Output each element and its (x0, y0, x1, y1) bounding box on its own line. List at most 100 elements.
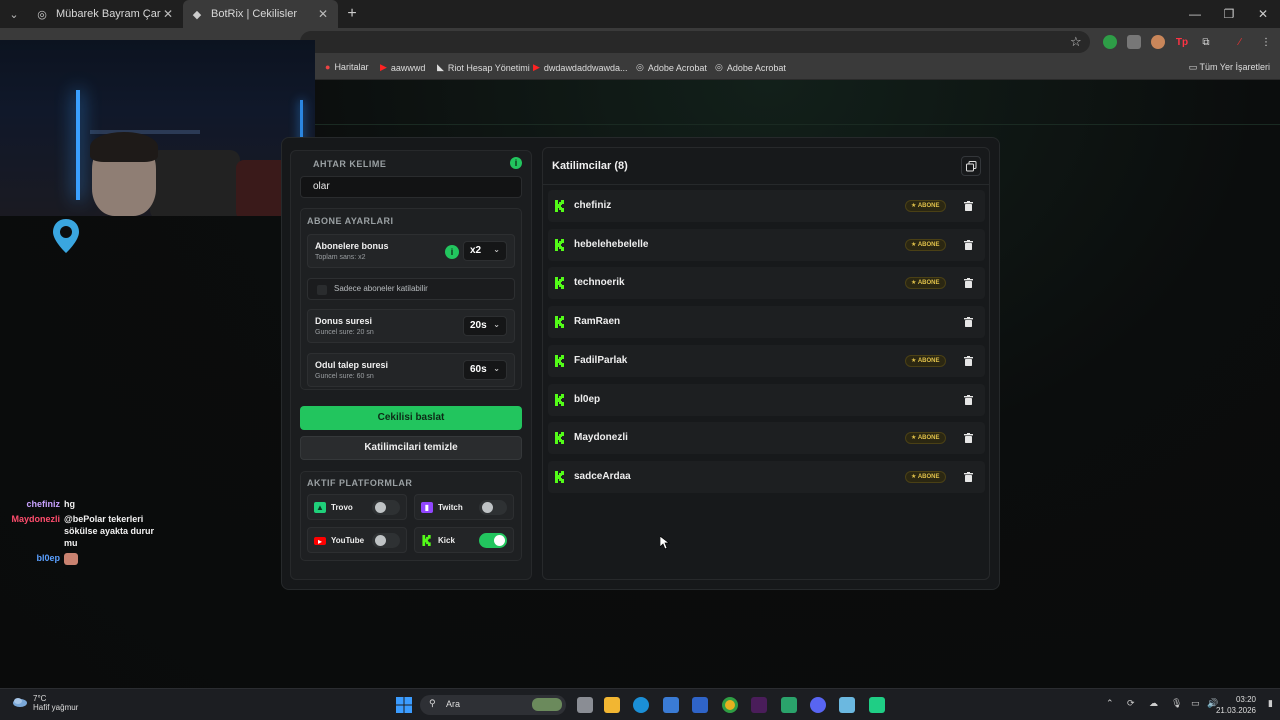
clear-participants-button[interactable]: Katilimcilari temizle (300, 436, 522, 460)
file-explorer-icon[interactable] (604, 697, 620, 713)
folder-icon: ▭ (1188, 62, 1200, 72)
chrome-icon[interactable] (722, 697, 738, 713)
kick-toggle[interactable] (479, 533, 507, 548)
tab-botrix-cekilisler[interactable]: ◆ BotRix | Cekilisler ✕ (183, 0, 338, 28)
copy-participants-button[interactable] (961, 156, 981, 176)
maximize-icon[interactable]: ❐ (1212, 0, 1246, 28)
bookmark-haritalar[interactable]: ● Haritalar (325, 62, 368, 72)
remove-participant-button[interactable] (959, 468, 977, 486)
windows-start-icon[interactable] (396, 697, 412, 713)
platform-youtube: ▸ YouTube (307, 527, 407, 553)
twitch-toggle[interactable] (479, 500, 507, 515)
toggle-knob (375, 535, 386, 546)
system-clock[interactable]: 03:20 21.03.2026 (1216, 694, 1256, 716)
bookmark-star-icon[interactable]: ☆ (1070, 34, 1082, 50)
bookmark-riot[interactable]: ◣ Riot Hesap Yönetimi (437, 62, 530, 73)
microphone-icon[interactable]: 🎙 (1171, 698, 1182, 709)
address-input[interactable] (300, 31, 1090, 53)
info-icon[interactable]: i (510, 157, 522, 169)
participant-name: sadceArdaa (574, 470, 631, 482)
network-icon[interactable]: ▭ (1191, 698, 1200, 709)
bookmark-aawwwd[interactable]: ▶ aawwwd (380, 62, 425, 73)
trash-icon (963, 239, 973, 250)
app-icon[interactable] (839, 697, 855, 713)
store-icon[interactable] (663, 697, 679, 713)
menu-kebab-icon[interactable]: ⋮ (1259, 35, 1273, 49)
info-icon[interactable]: i (445, 245, 459, 259)
profile-icon[interactable]: ∕ (1233, 35, 1247, 49)
minimize-icon[interactable]: — (1178, 0, 1212, 28)
puzzle-extension-icon[interactable]: ⧉ (1199, 35, 1213, 49)
keyword-input[interactable]: olar (300, 176, 522, 198)
search-highlight-icon (532, 698, 562, 711)
remove-participant-button[interactable] (959, 274, 977, 292)
close-tab-icon[interactable]: ✕ (161, 7, 175, 21)
claim-duration-select[interactable]: 60s ⌄ (463, 360, 507, 380)
new-tab-icon[interactable]: + (338, 5, 366, 23)
remove-participant-button[interactable] (959, 429, 977, 447)
all-bookmarks[interactable]: ▭ Tüm Yer İşaretleri (1189, 62, 1270, 73)
tray-chevron-icon[interactable]: ⌃ (1106, 698, 1114, 709)
subscriber-bonus-select[interactable]: x2 ⌄ (463, 241, 507, 261)
task-view-icon[interactable] (577, 697, 593, 713)
tray-app-icon[interactable]: ⟳ (1127, 698, 1135, 709)
notifications-icon[interactable]: ▮ (1268, 698, 1273, 709)
tab-bayram-carki[interactable]: ◎ Mübarek Bayram Çarkı v4 ✕ (28, 0, 183, 28)
tab-label: Mübarek Bayram Çarkı v4 (56, 8, 161, 20)
taskbar-search[interactable]: ⚲ Ara (420, 695, 566, 715)
app-icon[interactable] (869, 697, 885, 713)
webcam-person-hair (90, 132, 158, 162)
participant-row: technoerik ★ ABONE (548, 267, 985, 300)
trovo-toggle[interactable] (372, 500, 400, 515)
chat-username: chefiniz (26, 499, 60, 509)
start-giveaway-button[interactable]: Cekilisi baslat (300, 406, 522, 430)
spin-duration-select[interactable]: 20s ⌄ (463, 316, 507, 336)
discord-icon[interactable] (810, 697, 826, 713)
remove-participant-button[interactable] (959, 313, 977, 331)
only-subscribers-checkbox[interactable] (317, 285, 327, 295)
chat-message: hg (64, 499, 75, 509)
chat-line: Maydonezli @bePolar tekerleri sökülse ay… (0, 513, 170, 549)
onedrive-icon[interactable]: ☁ (1149, 698, 1158, 709)
remove-participant-button[interactable] (959, 197, 977, 215)
bookmark-adobe-1[interactable]: ◎ Adobe Acrobat (636, 62, 707, 73)
media-icon[interactable] (751, 697, 767, 713)
remove-participant-button[interactable] (959, 391, 977, 409)
subscriber-badge: ★ ABONE (905, 200, 946, 212)
weather-widget[interactable]: 7°C Hafif yağmur (12, 694, 78, 712)
youtube-icon: ▸ (314, 537, 326, 546)
platform-label: Twitch (438, 503, 463, 512)
trovo-icon: ▲ (314, 502, 326, 513)
map-pin-icon: ● (325, 62, 331, 72)
webcam-overlay (0, 40, 315, 216)
platform-label: Trovo (331, 503, 353, 512)
trash-icon (963, 201, 973, 211)
outlook-icon[interactable] (692, 697, 708, 713)
avatar-extension-icon[interactable] (1151, 35, 1165, 49)
tp-extension-icon[interactable]: Tp (1175, 35, 1189, 49)
platform-kick: Kick (414, 527, 514, 553)
bookmark-adobe-2[interactable]: ◎ Adobe Acrobat (715, 62, 786, 73)
remove-participant-button[interactable] (959, 352, 977, 370)
bookmark-dwdaw[interactable]: ▶ dwdawdaddwawda... (533, 62, 627, 73)
youtube-toggle[interactable] (372, 533, 400, 548)
platform-label: Kick (438, 536, 455, 545)
edge-icon[interactable] (633, 697, 649, 713)
platform-twitch: ▮ Twitch (414, 494, 514, 520)
extension-icon[interactable] (1127, 35, 1141, 49)
trash-icon (963, 278, 973, 289)
tab-list-chevron-icon[interactable]: ⌄ (0, 8, 28, 21)
only-subscribers-checkbox-row[interactable]: Sadece aboneler katilabilir (307, 278, 515, 300)
claim-duration-label: Odul talep suresi (315, 360, 389, 370)
shield-extension-icon[interactable] (1103, 35, 1117, 49)
kick-icon (555, 277, 564, 290)
kick-icon (422, 535, 431, 546)
remove-participant-button[interactable] (959, 236, 977, 254)
close-window-icon[interactable]: ✕ (1246, 0, 1280, 28)
clock-time: 03:20 (1235, 695, 1256, 704)
kick-icon (555, 470, 564, 483)
spin-duration-row: Donus suresi Guncel sure: 20 sn 20s ⌄ (307, 309, 515, 343)
close-tab-icon[interactable]: ✕ (316, 7, 330, 21)
kick-icon (555, 316, 564, 329)
app-icon[interactable] (781, 697, 797, 713)
